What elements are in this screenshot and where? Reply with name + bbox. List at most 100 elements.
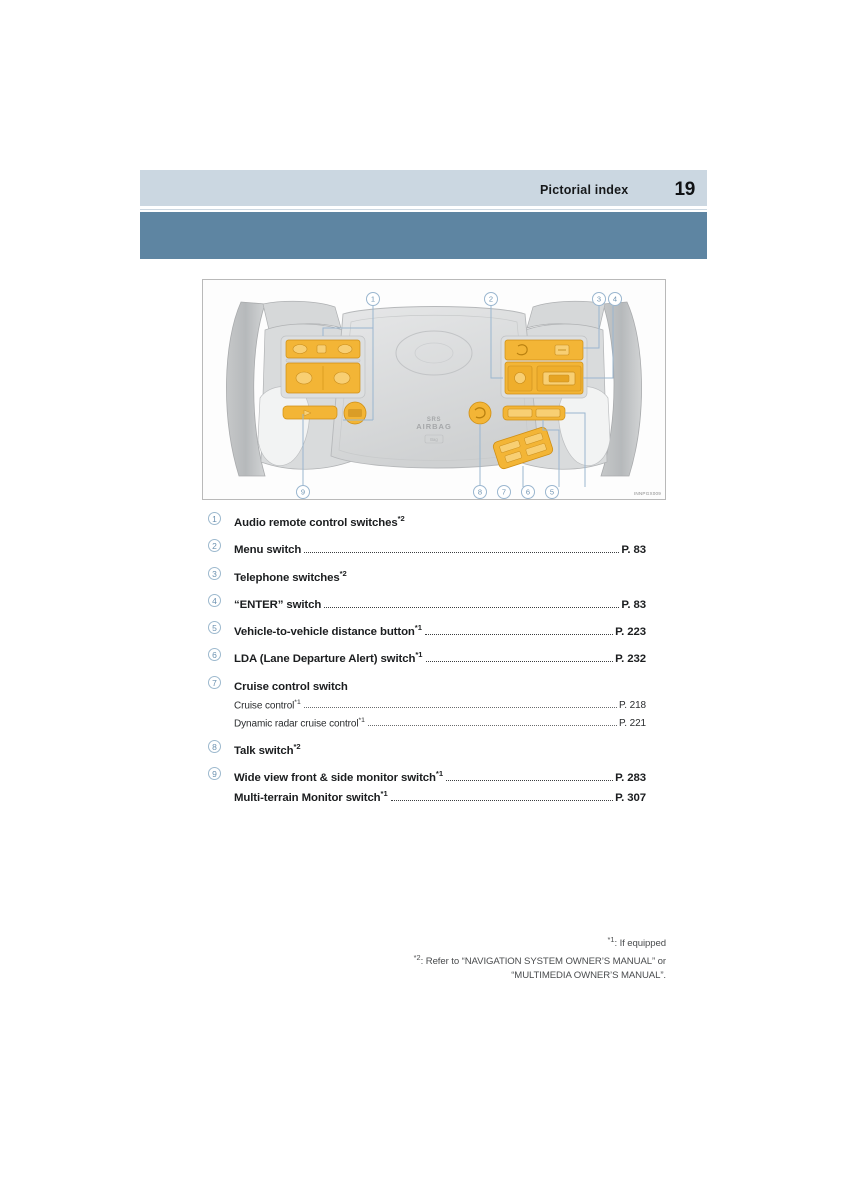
- svg-text:3: 3: [597, 295, 601, 304]
- item-number: 3: [208, 566, 234, 582]
- entry-label: Multi-terrain Monitor switch*1: [234, 788, 388, 804]
- index-entry: “ENTER” switch P. 83: [234, 593, 646, 613]
- leader-dots: [304, 551, 620, 554]
- index-entry: Vehicle-to-vehicle distance button*1 P. …: [234, 620, 646, 640]
- index-entry: Talk switch*2: [234, 739, 646, 759]
- page-reference[interactable]: P. 232: [615, 651, 646, 667]
- index-entry: Cruise control switch: [234, 675, 646, 695]
- footnote-1-text: : If equipped: [614, 938, 666, 950]
- menu-enter-switches: [504, 361, 584, 395]
- leader-dots: [350, 579, 644, 580]
- header-divider: [140, 206, 707, 209]
- entry-label: Cruise control switch: [234, 680, 348, 693]
- page-header-band: Pictorial index 19: [140, 170, 707, 210]
- footnote-2-marker: *2: [413, 953, 421, 963]
- audio-remote-switch-upper: [285, 339, 361, 359]
- list-item: 9 Wide view front & side monitor switch*…: [208, 766, 646, 806]
- lda-distance-switch-bar: [502, 405, 566, 421]
- list-item: 7 Cruise control switch Cruise control*1…: [208, 675, 646, 731]
- entry-label: Talk switch*2: [234, 741, 301, 757]
- page-reference[interactable]: P. 307: [615, 790, 646, 806]
- round-switch-left: [343, 401, 367, 425]
- leader-dots: [446, 779, 614, 781]
- leader-dots: [324, 606, 620, 608]
- page-reference[interactable]: P. 283: [615, 770, 646, 786]
- monitor-switch-bar: [282, 405, 338, 420]
- leader-dots: [304, 753, 644, 754]
- entry-label: LDA (Lane Departure Alert) switch*1: [234, 650, 423, 666]
- callout-7: 7: [497, 485, 511, 499]
- list-item: 6 LDA (Lane Departure Alert) switch*1 P.…: [208, 647, 646, 667]
- callout-5: 5: [545, 485, 559, 499]
- leader-dots: [424, 633, 614, 635]
- footnote-marker: *1: [414, 623, 422, 633]
- callout-6: 6: [521, 485, 535, 499]
- vehicle-distance-button: [535, 408, 561, 418]
- entry-label: Cruise control*1: [234, 698, 301, 711]
- footnote-marker: *2: [293, 741, 301, 751]
- index-entry: Multi-terrain Monitor switch*1 P. 307: [234, 786, 646, 806]
- entry-label: Audio remote control switches*2: [234, 514, 405, 529]
- page-reference[interactable]: P. 223: [615, 624, 646, 640]
- index-entry: Cruise control*1 P. 218: [234, 695, 646, 713]
- airbag-label-line2: AIRBAG: [416, 422, 452, 431]
- page-number: 19: [674, 179, 695, 200]
- leader-dots: [351, 689, 644, 690]
- leader-dots: [408, 525, 644, 526]
- leader-dots: [390, 799, 614, 801]
- svg-text:2: 2: [489, 295, 493, 304]
- telephone-switches: [504, 339, 584, 361]
- index-entry: Wide view front & side monitor switch*1 …: [234, 766, 646, 786]
- pictorial-index-list: 1 Audio remote control switches*2 2 Menu…: [208, 511, 646, 813]
- svg-text:Bag: Bag: [430, 437, 438, 442]
- page-reference[interactable]: P. 218: [619, 698, 646, 713]
- item-number: 1: [208, 511, 234, 527]
- entry-label: Dynamic radar cruise control*1: [234, 716, 365, 730]
- page-reference[interactable]: P. 83: [621, 542, 646, 558]
- callout-8: 8: [473, 485, 487, 499]
- footnote-marker: *1: [294, 698, 301, 706]
- svg-text:5: 5: [550, 488, 554, 497]
- footnote-marker: *1: [358, 716, 365, 724]
- index-entry: Menu switch P. 83: [234, 538, 646, 558]
- callout-3: 3: [592, 292, 606, 306]
- index-entry: LDA (Lane Departure Alert) switch*1 P. 2…: [234, 647, 646, 667]
- footnote-2-text: : Refer to “NAVIGATION SYSTEM OWNER’S MA…: [420, 956, 666, 968]
- entry-label: Vehicle-to-vehicle distance button*1: [234, 623, 422, 638]
- footnote-marker: *1: [415, 650, 423, 660]
- index-entry: Audio remote control switches*2: [234, 511, 646, 531]
- svg-text:1: 1: [371, 295, 375, 304]
- svg-text:6: 6: [526, 488, 530, 497]
- callout-9: 9: [296, 485, 310, 499]
- talk-switch: [468, 401, 492, 425]
- item-number: 4: [208, 593, 234, 609]
- entry-label: “ENTER” switch: [234, 598, 322, 611]
- index-entry: Dynamic radar cruise control*1 P. 221: [234, 713, 646, 731]
- page-reference[interactable]: P. 221: [619, 716, 646, 731]
- callout-4: 4: [608, 292, 622, 306]
- entry-label: Telephone switches*2: [234, 568, 347, 584]
- item-number: 6: [208, 647, 234, 663]
- footnote-2-text-line2: “MULTIMEDIA OWNER’S MANUAL”.: [511, 970, 666, 982]
- svg-text:8: 8: [478, 488, 482, 497]
- steering-wheel-diagram: SRS AIRBAG Bag 1 2 3 4 9 8 7 6 5 INNPGX0…: [202, 279, 666, 500]
- list-item: 3 Telephone switches*2: [208, 566, 646, 586]
- item-number: 9: [208, 766, 234, 782]
- item-number: 2: [208, 538, 234, 554]
- callout-2: 2: [484, 292, 498, 306]
- footnote-marker: *1: [380, 788, 388, 798]
- leader-dots: [367, 724, 617, 727]
- footnotes: *1: If equipped *2: Refer to “NAVIGATION…: [246, 933, 666, 983]
- list-item: 5 Vehicle-to-vehicle distance button*1 P…: [208, 620, 646, 640]
- svg-text:4: 4: [613, 295, 617, 304]
- item-number: 8: [208, 739, 234, 755]
- audio-remote-switch-lower: [285, 362, 361, 394]
- figure-code: INNPGX009: [633, 491, 661, 496]
- footnote-marker: *1: [435, 769, 444, 779]
- page-reference[interactable]: P. 83: [621, 597, 646, 613]
- list-item: 8 Talk switch*2: [208, 739, 646, 759]
- chapter-accent-band: [140, 212, 707, 259]
- page-title: Pictorial index: [540, 183, 629, 197]
- index-entry: Telephone switches*2: [234, 566, 646, 586]
- entry-label: Wide view front & side monitor switch*1: [234, 769, 444, 784]
